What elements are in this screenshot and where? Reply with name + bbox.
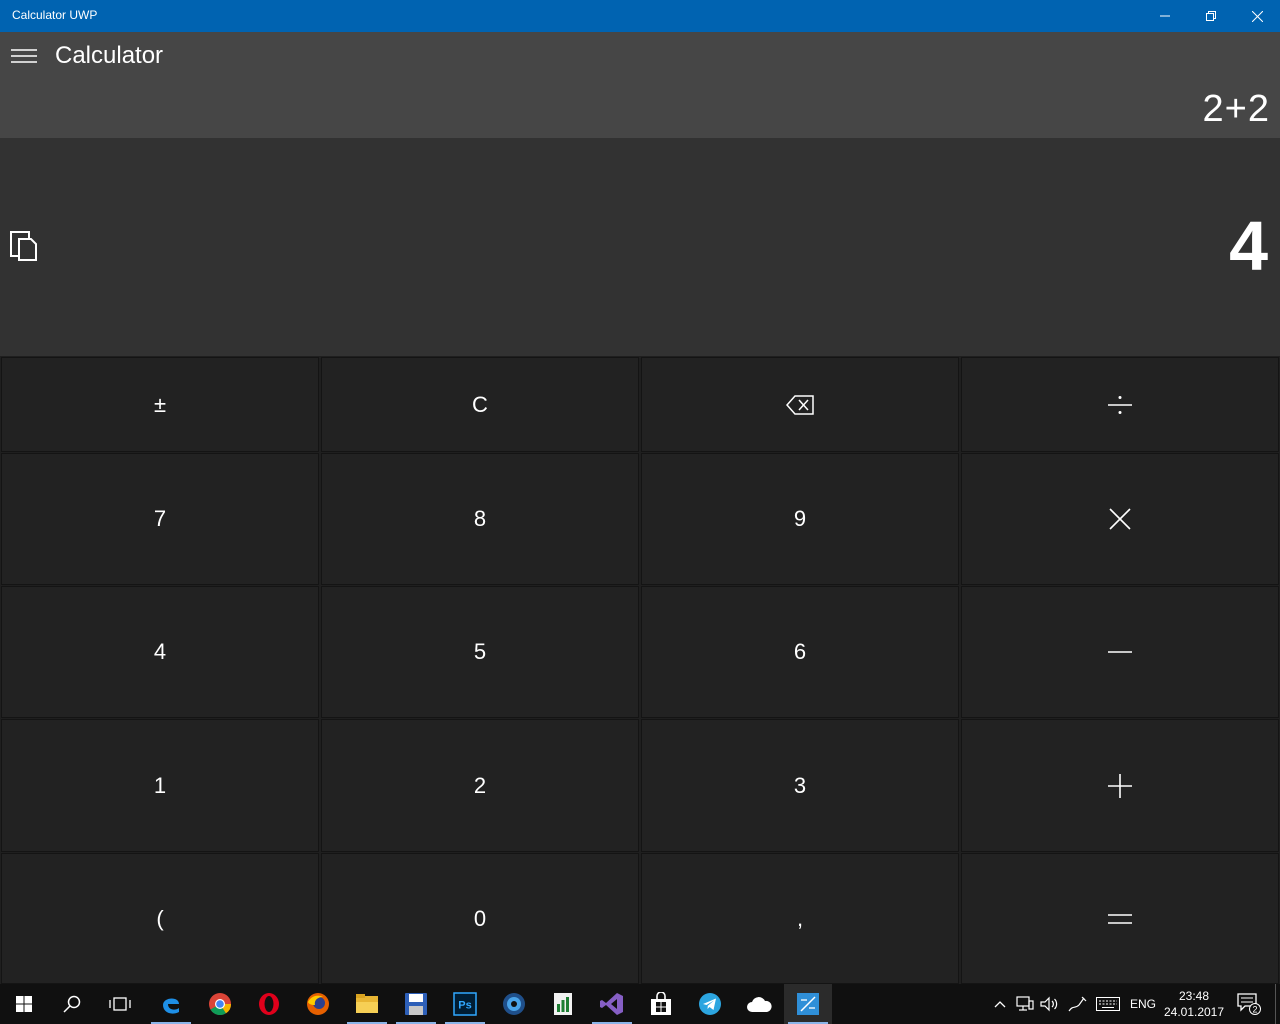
minus-icon	[1108, 651, 1132, 653]
digit-6-button[interactable]: 6	[641, 586, 959, 718]
onedrive-icon	[747, 997, 772, 1012]
notification-icon: 2	[1237, 993, 1261, 1015]
app-title: Calculator	[55, 42, 164, 69]
visual-studio-icon	[600, 993, 623, 1015]
digit-2-button[interactable]: 2	[321, 719, 639, 852]
telegram-taskbar-button[interactable]	[686, 984, 734, 1024]
equals-button[interactable]	[961, 853, 1279, 984]
photoshop-label: Ps	[458, 1000, 471, 1012]
taskbar: Ps ENG 23:48 24.01.2017 2	[0, 984, 1280, 1024]
calculator-app-icon	[797, 993, 819, 1015]
start-button[interactable]	[0, 984, 48, 1024]
clock[interactable]: 23:48 24.01.2017	[1162, 984, 1226, 1024]
digit-7-button[interactable]: 7	[1, 453, 319, 585]
expression-display: 2+2	[1202, 88, 1270, 130]
keypad: ± C 7 8 9 4 5 6 1 2 3 (0 ,	[0, 356, 1280, 984]
result-value: 4	[1229, 207, 1268, 285]
copy-icon	[10, 231, 37, 261]
clock-time: 23:48	[1178, 989, 1210, 1003]
plus-minus-button[interactable]: ±	[1, 357, 319, 452]
parenthesis-button[interactable]: (	[1, 853, 319, 984]
visual-studio-taskbar-button[interactable]	[588, 984, 636, 1024]
network-tray-button[interactable]	[1014, 984, 1036, 1024]
volume-tray-button[interactable]	[1038, 984, 1060, 1024]
copy-button[interactable]	[6, 226, 42, 266]
subtract-button[interactable]	[961, 586, 1279, 718]
spreadsheet-app-icon	[554, 993, 572, 1015]
digit-1-button[interactable]: 1	[1, 719, 319, 852]
digit-4-button[interactable]: 4	[1, 586, 319, 718]
onedrive-taskbar-button[interactable]	[735, 984, 783, 1024]
touch-keyboard-tray-button[interactable]	[1094, 984, 1122, 1024]
store-taskbar-button[interactable]	[637, 984, 685, 1024]
edge-taskbar-button[interactable]	[147, 984, 195, 1024]
multiply-button[interactable]	[961, 453, 1279, 585]
firefox-icon	[307, 993, 329, 1015]
digit-9-button[interactable]: 9	[641, 453, 959, 585]
plus-icon	[1108, 773, 1132, 798]
show-hidden-icons-button[interactable]	[990, 984, 1010, 1024]
restore-icon	[1206, 11, 1216, 21]
task-view-button[interactable]	[96, 984, 144, 1024]
firefox-taskbar-button[interactable]	[294, 984, 342, 1024]
file-explorer-taskbar-button[interactable]	[343, 984, 391, 1024]
notification-count: 2	[1252, 1005, 1257, 1015]
equals-icon	[1108, 913, 1132, 924]
chevron-up-icon	[994, 1001, 1006, 1008]
app-header: Calculator 2+2	[0, 32, 1280, 138]
opera-taskbar-button[interactable]	[245, 984, 293, 1024]
divide-icon	[1108, 395, 1132, 414]
file-explorer-icon	[356, 994, 378, 1013]
menu-button[interactable]	[8, 40, 40, 72]
minimize-button[interactable]	[1142, 0, 1188, 32]
digit-0-button[interactable]: 0	[321, 853, 639, 984]
telegram-icon	[699, 993, 721, 1015]
decimal-comma-button[interactable]: ,	[641, 853, 959, 984]
input-language-indicator[interactable]: ENG	[1128, 984, 1158, 1024]
pen-workspace-tray-button[interactable]	[1066, 984, 1088, 1024]
clear-button[interactable]: C	[321, 357, 639, 452]
backspace-icon	[786, 394, 814, 415]
photoshop-icon: Ps	[453, 992, 477, 1016]
action-center-button[interactable]: 2	[1234, 984, 1264, 1024]
store-icon	[651, 992, 671, 1015]
search-icon	[63, 995, 81, 1013]
title-bar: Calculator UWP	[0, 0, 1280, 32]
calculator-taskbar-button[interactable]	[784, 984, 832, 1024]
result-area: 4	[0, 138, 1280, 356]
keyboard-icon	[1096, 997, 1120, 1011]
volume-icon	[1040, 996, 1058, 1012]
close-icon	[1251, 10, 1263, 22]
pen-icon	[1068, 996, 1087, 1012]
edge-icon	[163, 998, 179, 1014]
search-button[interactable]	[48, 984, 96, 1024]
clock-date: 24.01.2017	[1163, 1005, 1225, 1019]
multiply-icon	[1109, 508, 1131, 530]
windows-start-icon	[16, 996, 32, 1012]
minimize-icon	[1160, 15, 1170, 17]
chrome-icon	[209, 993, 232, 1016]
backspace-button[interactable]	[641, 357, 959, 452]
hamburger-icon	[11, 49, 37, 63]
spreadsheet-app-taskbar-button[interactable]	[539, 984, 587, 1024]
media-app-icon	[503, 993, 525, 1015]
opera-icon	[259, 993, 279, 1015]
media-app-taskbar-button[interactable]	[490, 984, 538, 1024]
window-title: Calculator UWP	[12, 8, 98, 22]
network-icon	[1016, 996, 1034, 1011]
save-app-icon	[405, 993, 427, 1015]
chrome-taskbar-button[interactable]	[196, 984, 244, 1024]
save-app-taskbar-button[interactable]	[392, 984, 440, 1024]
add-button[interactable]	[961, 719, 1279, 852]
restore-button[interactable]	[1188, 0, 1234, 32]
task-view-icon	[109, 997, 131, 1011]
divide-button[interactable]	[961, 357, 1279, 452]
digit-5-button[interactable]: 5	[321, 586, 639, 718]
digit-8-button[interactable]: 8	[321, 453, 639, 585]
photoshop-taskbar-button[interactable]: Ps	[441, 984, 489, 1024]
digit-3-button[interactable]: 3	[641, 719, 959, 852]
close-button[interactable]	[1234, 0, 1280, 32]
show-desktop-button[interactable]	[1275, 984, 1280, 1024]
